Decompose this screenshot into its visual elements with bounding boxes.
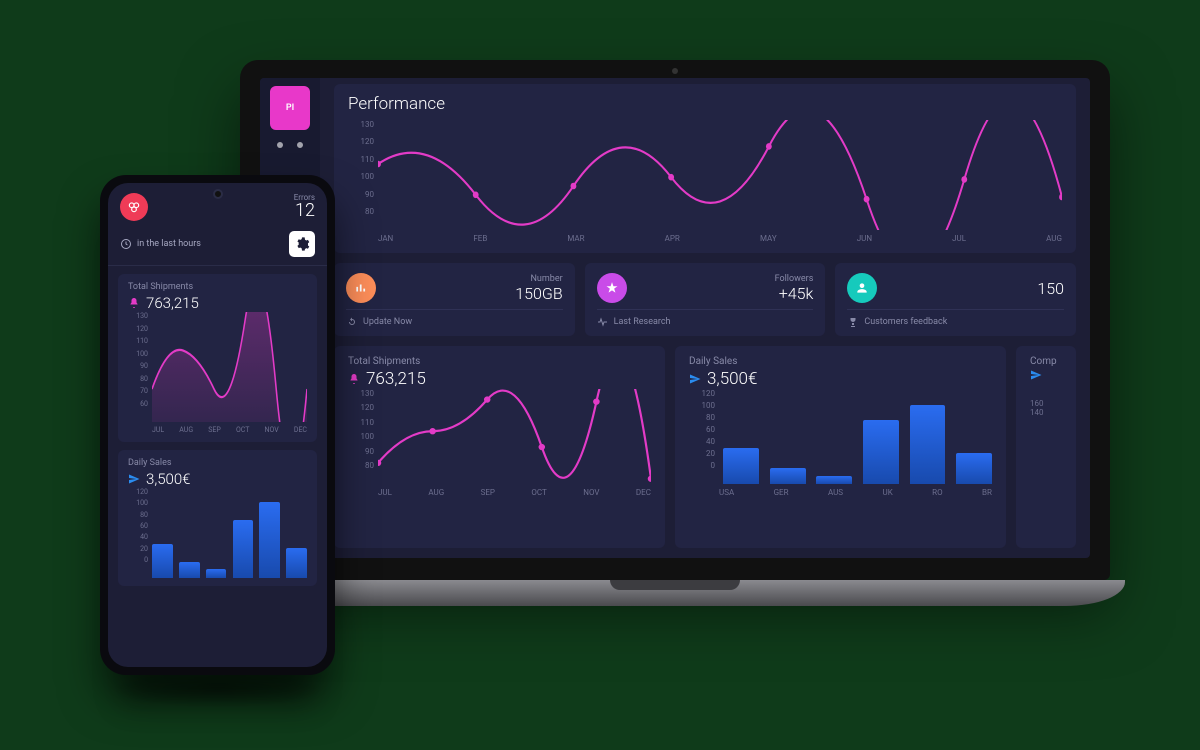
sidebar-tab-pi[interactable]: PI <box>270 86 310 130</box>
phone-shipments-title: Total Shipments <box>128 282 307 292</box>
performance-title: Performance <box>348 94 1062 114</box>
daily-sales-title: Daily Sales <box>689 356 992 367</box>
trophy-icon <box>847 316 859 328</box>
errors-box: Errors 12 <box>294 193 315 220</box>
laptop-notch <box>610 580 740 590</box>
shipments-xticks: JULAUG SEPOCT NOVDEC <box>348 488 651 497</box>
performance-yticks: 130120 110100 9080 <box>348 120 374 216</box>
shipments-value: 763,215 <box>366 369 426 389</box>
chart-row: Total Shipments 763,215 130120 110100 90… <box>334 346 1076 548</box>
daily-sales-xticks: USAGER AUSUK ROBR <box>689 488 992 497</box>
settings-button[interactable] <box>289 231 315 257</box>
sidebar-tab-label: PI <box>286 103 294 113</box>
phone-daily-sales-panel: Daily Sales 3,500€ 120100 8060 4020 0 <box>118 450 317 586</box>
shipments-title: Total Shipments <box>348 356 651 367</box>
user-icon <box>847 273 877 303</box>
phone-shipments-plot: 130120 110100 9080 7060 <box>128 312 307 422</box>
pie-icon[interactable] <box>297 142 303 148</box>
phone-shipments-value: 763,215 <box>146 294 199 312</box>
bar-aus <box>816 476 852 484</box>
last-hours-label: in the last hours <box>137 239 201 249</box>
stat-followers-footer[interactable]: Last Research <box>597 309 814 328</box>
stat-followers-label: Followers <box>775 274 814 284</box>
bell-icon <box>348 373 360 385</box>
stat-followers-value: +45k <box>775 284 814 303</box>
stat-number-footer[interactable]: Update Now <box>346 309 563 328</box>
bar-aus <box>206 569 227 578</box>
laptop-lid: PI Performance 130120 110100 9080 <box>240 60 1110 580</box>
bar-usa <box>152 544 173 578</box>
errors-value: 12 <box>294 202 315 220</box>
phone-shipments-panel: Total Shipments 763,215 130120 110100 90… <box>118 274 317 442</box>
phone-shipments-yticks: 130120 110100 9080 7060 <box>128 312 148 408</box>
daily-sales-plot: 120100 8060 4020 0 <box>689 389 992 484</box>
stat-followers[interactable]: Followers +45k Last Research <box>585 263 826 336</box>
bar-ro <box>910 405 946 484</box>
bar-ger <box>179 562 200 578</box>
laptop-screen: PI Performance 130120 110100 9080 <box>260 78 1090 558</box>
app-logo[interactable] <box>120 193 148 221</box>
performance-plot: 130120 110100 9080 <box>348 120 1062 230</box>
laptop-base <box>225 580 1125 606</box>
stat-row: Number 150GB Update Now <box>334 263 1076 336</box>
bar-uk <box>233 520 254 579</box>
stat-number-label: Number <box>515 274 562 284</box>
stat-users-footer[interactable]: Customers feedback <box>847 309 1064 328</box>
laptop-mockup: PI Performance 130120 110100 9080 <box>240 60 1140 640</box>
gear-icon <box>294 236 310 252</box>
stat-number[interactable]: Number 150GB Update Now <box>334 263 575 336</box>
phone-camera <box>213 189 223 199</box>
stat-number-value: 150GB <box>515 284 562 303</box>
shipments-yticks: 130120 110100 9080 <box>348 389 374 470</box>
performance-panel: Performance 130120 110100 9080 <box>334 84 1076 253</box>
send-icon <box>1030 369 1042 381</box>
phone-mockup: Errors 12 in the last hours Total Shipme… <box>100 175 335 675</box>
phone-daily-sales-title: Daily Sales <box>128 458 307 468</box>
send-icon <box>128 473 140 485</box>
daily-sales-panel: Daily Sales 3,500€ 120100 8060 4020 0 <box>675 346 1006 548</box>
bar-br <box>956 453 992 484</box>
bell-icon <box>128 297 140 309</box>
star-icon <box>597 273 627 303</box>
dashboard-main: Performance 130120 110100 9080 <box>320 78 1090 558</box>
bar-ro <box>259 502 280 579</box>
filter-row: in the last hours <box>108 225 327 266</box>
bar-usa <box>723 448 759 484</box>
performance-xticks: JANFEB MARAPR MAYJUN JULAUG <box>348 234 1062 243</box>
daily-sales-yticks: 120100 8060 4020 0 <box>689 389 715 470</box>
send-icon <box>689 373 701 385</box>
pulse-icon <box>597 316 609 328</box>
phone-body: Total Shipments 763,215 130120 110100 90… <box>108 266 327 667</box>
refresh-icon <box>346 316 358 328</box>
bar-ger <box>770 468 806 484</box>
phone-daily-sales-yticks: 120100 8060 4020 0 <box>128 488 148 564</box>
stat-users-value: 150 <box>1037 279 1064 298</box>
phone-daily-sales-value: 3,500€ <box>146 470 190 488</box>
webcam-dot <box>672 68 678 74</box>
phone-shadow <box>110 670 325 708</box>
stat-users[interactable]: 150 Customers feedback <box>835 263 1076 336</box>
phone-screen: Errors 12 in the last hours Total Shipme… <box>108 183 327 667</box>
shipments-panel: Total Shipments 763,215 130120 110100 90… <box>334 346 665 548</box>
daily-sales-value: 3,500€ <box>707 369 757 389</box>
completed-title: Comp <box>1030 356 1072 367</box>
chart-icon <box>346 273 376 303</box>
phone-shipments-xticks: JULAUG SEPOCT NOVDEC <box>128 426 307 434</box>
shipments-plot: 130120 110100 9080 <box>348 389 651 484</box>
phone-daily-sales-plot: 120100 8060 4020 0 <box>128 488 307 578</box>
completed-panel: Comp 160140 <box>1016 346 1076 548</box>
performance-line <box>378 120 1062 230</box>
bar-br <box>286 548 307 578</box>
bar-uk <box>863 420 899 484</box>
clock-icon <box>120 238 132 250</box>
sidebar-sub-dots <box>270 142 310 148</box>
